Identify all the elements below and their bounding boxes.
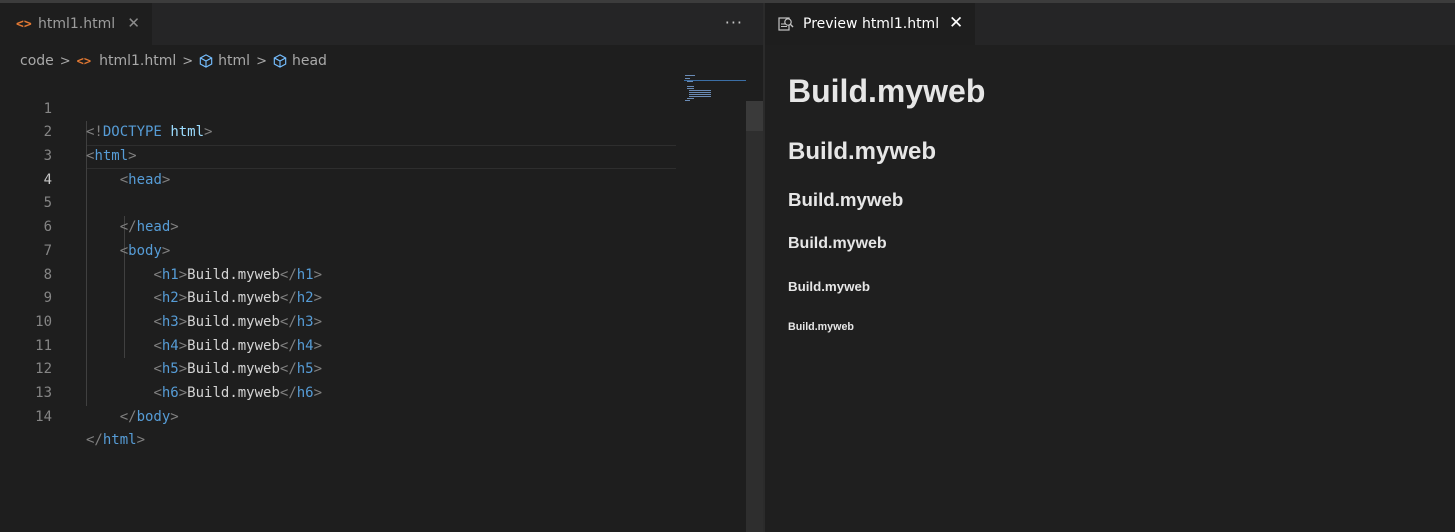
chevron-right-icon: > (256, 53, 267, 69)
code-line: 7 <h1>Build.myweb</h1> (0, 216, 680, 283)
close-icon[interactable]: ✕ (127, 14, 140, 32)
breadcrumb-item-html[interactable]: html (218, 53, 250, 69)
chevron-right-icon: > (182, 53, 194, 69)
more-actions-button[interactable]: ··· (725, 13, 743, 32)
element-cube-icon (199, 54, 213, 68)
code-line: 2 <html> (0, 98, 680, 164)
preview-heading-h3: Build.myweb (788, 189, 904, 210)
breadcrumb: code > <> html1.html > html > head (20, 50, 327, 72)
code-line: 12 <h6>Build.myweb</h6> (0, 335, 680, 401)
code-line: 14 </html> (0, 382, 680, 449)
preview-heading-h2: Build.myweb (788, 138, 937, 165)
line-number: 14 (35, 408, 52, 425)
breadcrumb-item-head[interactable]: head (292, 53, 327, 69)
editor-pane[interactable]: <> html1.html ✕ ··· code > <> html1.html… (0, 3, 763, 532)
html-file-icon: <> (16, 16, 32, 32)
tab-preview[interactable]: Preview html1.html ✕ (765, 3, 975, 45)
preview-heading-h1: Build.myweb (788, 73, 986, 109)
code-line-current: 4 (0, 145, 680, 188)
code-line: 13 </body> (0, 358, 680, 425)
editor-tab-bar: <> html1.html ✕ ··· (0, 3, 763, 45)
html-file-icon: <> (76, 54, 92, 68)
chevron-right-icon: > (59, 53, 71, 69)
code-line: 5 </head> (0, 169, 680, 235)
code-line: 1 <!DOCTYPE html> (0, 74, 680, 141)
preview-heading-h5: Build.myweb (788, 279, 871, 294)
breadcrumb-item-file[interactable]: html1.html (99, 53, 176, 69)
tab-label: html1.html (38, 16, 116, 32)
code-line: 3 <head> (0, 121, 680, 188)
code-line: 10 <h4>Build.myweb</h4> (0, 287, 680, 354)
preview-tab-bar: Preview html1.html ✕ (765, 3, 1455, 45)
preview-pane[interactable]: Preview html1.html ✕ Build.myweb Build.m… (765, 3, 1455, 532)
tab-html1[interactable]: <> html1.html ✕ (0, 3, 152, 45)
preview-heading-h6: Build.myweb (788, 321, 854, 333)
code-area[interactable]: 1 <!DOCTYPE html> 2 <html> 3 <head> 4 5 … (0, 74, 680, 449)
minimap[interactable] (684, 74, 746, 104)
code-line: 6 <body> (0, 192, 680, 259)
preview-tab-label: Preview html1.html (803, 16, 940, 32)
close-icon[interactable]: ✕ (949, 13, 963, 33)
breadcrumb-item-folder[interactable]: code (20, 53, 54, 69)
code-line: 8 <h2>Build.myweb</h2> (0, 240, 680, 307)
code-line: 11 <h5>Build.myweb</h5> (0, 311, 680, 378)
element-cube-icon (273, 54, 287, 68)
scrollbar-thumb[interactable] (746, 101, 763, 131)
preview-heading-h4: Build.myweb (788, 235, 887, 252)
code-line: 9 <h3>Build.myweb</h3> (0, 264, 680, 330)
vertical-scrollbar[interactable] (746, 101, 763, 532)
preview-icon (778, 17, 794, 31)
